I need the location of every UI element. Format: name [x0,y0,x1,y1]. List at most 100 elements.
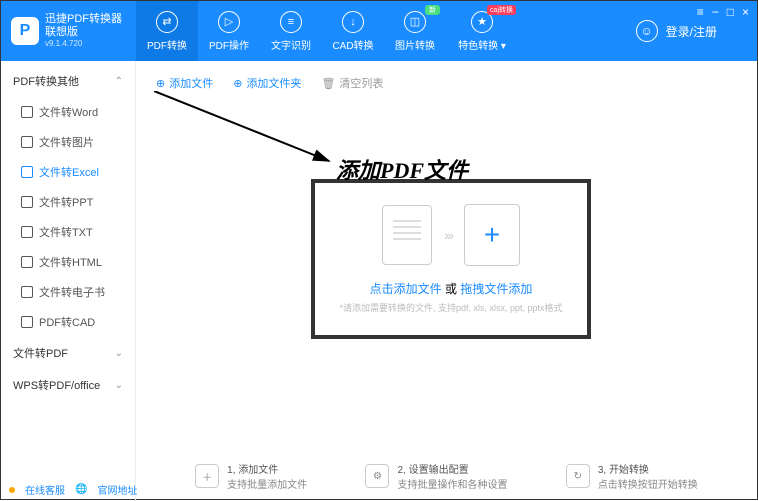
sidebar-item-word[interactable]: 文件转Word [1,97,135,127]
login-text: 登录/注册 [666,23,717,40]
tab-cad[interactable]: ↓ CAD转换 [322,1,384,61]
btn-label: 添加文件 [169,75,213,91]
sidebar-item-ebook[interactable]: 文件转电子书 [1,277,135,307]
item-label: 文件转图片 [39,134,94,150]
plus-file-icon: ⊕ [156,77,165,90]
trash-icon: 🗑 [321,77,335,90]
add-folder-button[interactable]: ⊕ 添加文件夹 [233,75,301,91]
maximize-icon[interactable]: □ [727,5,734,19]
footer-links: 在线客服 🌐 官网地址 [9,482,137,497]
main-area: ⊕添加文件 ⊕添加文件夹 🗑清空列表 添加PDF文件 ››› + 点击添加文件 … [136,61,757,501]
tab-pdf-convert[interactable]: ⇄ PDF转换 [136,1,198,61]
step-num: 3, [598,465,606,476]
login-area[interactable]: ☺ 登录/注册 [636,20,717,42]
content: PDF转换其他 ⌃ 文件转Word 文件转图片 文件转Excel 文件转PPT … [1,61,757,501]
step-num: 1, [227,465,235,476]
website-link[interactable]: 官网地址 [97,482,137,497]
steps-row: ＋ 1, 添加文件支持批量添加文件 ⚙ 2, 设置输出配置支持批量操作和各种设置… [166,461,727,491]
tab-special[interactable]: ★ 特色转换 ▾ caj转换 [446,1,518,61]
step-title: 添加文件 [238,465,278,476]
nav-tabs: ⇄ PDF转换 ▷ PDF操作 ≡ 文字识别 ↓ CAD转换 ◫ 图片转换 新 … [136,1,518,61]
settings-step-icon: ⚙ [365,464,389,488]
tab-ocr[interactable]: ≡ 文字识别 [260,1,322,61]
sidebar-item-excel[interactable]: 文件转Excel [1,157,135,187]
file-icon [21,286,33,298]
window-controls: ≡ − □ × [697,5,749,19]
image-icon: ◫ [404,11,426,33]
status-dot-icon [9,487,15,493]
header: P 迅捷PDF转换器 联想版 v9.1.4.720 ⇄ PDF转换 ▷ PDF操… [1,1,757,61]
convert-step-icon: ↻ [566,464,590,488]
sidebar-group-to-pdf[interactable]: 文件转PDF ⌄ [1,337,135,369]
sidebar-group-wps[interactable]: WPS转PDF/office ⌄ [1,369,135,401]
app-version: v9.1.4.720 [45,39,122,49]
file-icon [21,166,33,178]
tab-pdf-operate[interactable]: ▷ PDF操作 [198,1,260,61]
item-label: 文件转TXT [39,224,93,240]
sidebar-item-image[interactable]: 文件转图片 [1,127,135,157]
logo-text: 迅捷PDF转换器 联想版 v9.1.4.720 [45,13,122,49]
step-desc: 支持批量添加文件 [227,476,307,491]
chevron-down-icon: ⌄ [115,380,123,391]
chevron-up-icon: ⌃ [115,76,123,87]
menu-icon[interactable]: ≡ [697,5,704,19]
item-label: 文件转Word [39,104,98,120]
file-icon [21,136,33,148]
tab-label: 文字识别 [271,37,311,52]
operate-icon: ▷ [218,11,240,33]
step-title: 开始转换 [609,465,649,476]
file-icon [21,106,33,118]
annotation-frame [311,179,591,339]
sidebar-item-cad[interactable]: PDF转CAD [1,307,135,337]
chevron-down-icon: ⌄ [115,348,123,359]
item-label: 文件转HTML [39,254,102,270]
add-file-button[interactable]: ⊕ 添加文件 [156,75,213,91]
close-icon[interactable]: × [742,5,749,19]
tab-label: 特色转换 ▾ [458,37,506,52]
step-3: ↻ 3, 开始转换点击转换按钮开始转换 [566,461,698,491]
toolbar: ⊕ 添加文件 ⊕ 添加文件夹 🗑 清空列表 [156,71,737,95]
avatar-icon: ☺ [636,20,658,42]
group-label: PDF转换其他 [13,73,79,89]
new-badge: 新 [425,5,440,15]
step-desc: 支持批量操作和各种设置 [397,476,507,491]
logo-icon: P [11,17,39,45]
btn-label: 清空列表 [339,75,383,91]
add-file-step-icon: ＋ [195,464,219,488]
item-label: 文件转电子书 [39,284,105,300]
app-subname: 联想版 [45,26,122,39]
tab-label: 图片转换 [395,37,435,52]
group-label: WPS转PDF/office [13,377,100,393]
sidebar: PDF转换其他 ⌃ 文件转Word 文件转图片 文件转Excel 文件转PPT … [1,61,136,501]
item-label: 文件转Excel [39,164,99,180]
tab-label: CAD转换 [332,37,373,52]
group-label: 文件转PDF [13,345,68,361]
convert-icon: ⇄ [156,11,178,33]
item-label: 文件转PPT [39,194,93,210]
tab-label: PDF操作 [209,37,249,52]
file-icon [21,316,33,328]
annotation-text: 添加PDF文件 [336,153,468,185]
btn-label: 添加文件夹 [246,75,301,91]
step-2: ⚙ 2, 设置输出配置支持批量操作和各种设置 [365,461,507,491]
tab-label: PDF转换 [147,37,187,52]
customer-service-link[interactable]: 在线客服 [25,482,65,497]
ocr-icon: ≡ [280,11,302,33]
sidebar-item-txt[interactable]: 文件转TXT [1,217,135,247]
sidebar-item-ppt[interactable]: 文件转PPT [1,187,135,217]
file-icon [21,256,33,268]
step-num: 2, [397,465,405,476]
step-desc: 点击转换按钮开始转换 [598,476,698,491]
sidebar-item-html[interactable]: 文件转HTML [1,247,135,277]
clear-list-button[interactable]: 🗑 清空列表 [321,75,383,91]
sidebar-group-pdf-other[interactable]: PDF转换其他 ⌃ [1,65,135,97]
tab-image[interactable]: ◫ 图片转换 新 [384,1,446,61]
file-icon [21,226,33,238]
app-name: 迅捷PDF转换器 [45,13,122,26]
minimize-icon[interactable]: − [712,5,719,19]
step-title: 设置输出配置 [409,465,469,476]
item-label: PDF转CAD [39,314,95,330]
step-1: ＋ 1, 添加文件支持批量添加文件 [195,461,307,491]
plus-folder-icon: ⊕ [233,77,242,90]
caj-badge: caj转换 [487,5,516,15]
